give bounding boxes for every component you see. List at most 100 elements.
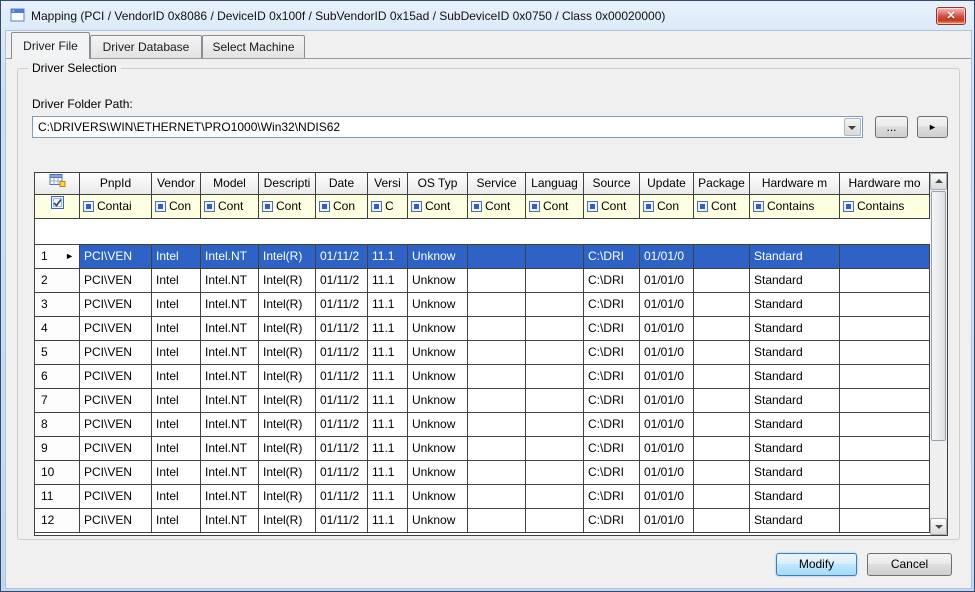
table-cell[interactable]: 01/11/2 — [316, 365, 368, 389]
table-cell[interactable]: Standard — [750, 413, 840, 437]
table-cell[interactable]: Intel.NT — [201, 437, 259, 461]
table-cell[interactable] — [526, 461, 584, 485]
table-cell[interactable]: Intel.NT — [201, 389, 259, 413]
filter-cell-source[interactable]: Cont — [584, 195, 640, 219]
table-cell[interactable] — [840, 365, 930, 389]
table-cell[interactable]: Standard — [750, 245, 840, 269]
table-cell[interactable] — [468, 485, 526, 509]
table-cell[interactable] — [694, 293, 750, 317]
table-cell[interactable]: 01/11/2 — [316, 341, 368, 365]
table-cell[interactable]: Intel.NT — [201, 485, 259, 509]
table-cell[interactable] — [694, 509, 750, 533]
table-cell[interactable]: PCI\VEN — [80, 437, 152, 461]
table-cell[interactable] — [840, 509, 930, 533]
table-cell[interactable]: Intel — [152, 485, 201, 509]
table-cell[interactable]: Intel — [152, 365, 201, 389]
table-cell[interactable]: PCI\VEN — [80, 269, 152, 293]
table-cell[interactable] — [840, 389, 930, 413]
column-header-service[interactable]: Service — [468, 173, 526, 195]
table-cell[interactable]: PCI\VEN — [80, 365, 152, 389]
row-header[interactable]: 12 — [35, 509, 80, 533]
table-cell[interactable]: PCI\VEN — [80, 293, 152, 317]
table-cell[interactable]: Unknow — [408, 461, 468, 485]
table-cell[interactable] — [468, 269, 526, 293]
table-cell[interactable]: Unknow — [408, 269, 468, 293]
table-cell[interactable]: Unknow — [408, 413, 468, 437]
table-row[interactable]: 11PCI\VENIntelIntel.NTIntel(R)01/11/211.… — [35, 485, 930, 509]
table-cell[interactable]: Unknow — [408, 437, 468, 461]
table-cell[interactable]: Intel(R) — [259, 509, 316, 533]
filter-cell-os-typ[interactable]: Cont — [408, 195, 468, 219]
table-cell[interactable]: Intel.NT — [201, 317, 259, 341]
table-cell[interactable]: 01/11/2 — [316, 293, 368, 317]
table-cell[interactable]: 01/11/2 — [316, 413, 368, 437]
table-cell[interactable]: PCI\VEN — [80, 341, 152, 365]
table-cell[interactable] — [840, 317, 930, 341]
filter-cell-hardware-m[interactable]: Contains — [750, 195, 840, 219]
table-cell[interactable]: Unknow — [408, 245, 468, 269]
column-header-date[interactable]: Date — [316, 173, 368, 195]
filter-cell-service[interactable]: Cont — [468, 195, 526, 219]
filter-checkbox-icon[interactable] — [843, 201, 854, 212]
table-cell[interactable]: PCI\VEN — [80, 389, 152, 413]
table-cell[interactable]: Intel(R) — [259, 245, 316, 269]
table-cell[interactable]: 01/11/2 — [316, 317, 368, 341]
table-cell[interactable]: Standard — [750, 317, 840, 341]
grid-corner-button[interactable] — [35, 173, 80, 195]
table-cell[interactable] — [526, 317, 584, 341]
table-cell[interactable]: C:\DRI — [584, 341, 640, 365]
table-cell[interactable]: Intel — [152, 413, 201, 437]
table-cell[interactable]: Intel(R) — [259, 341, 316, 365]
table-cell[interactable]: 01/11/2 — [316, 461, 368, 485]
filter-checkbox-icon[interactable] — [83, 201, 94, 212]
table-cell[interactable] — [694, 485, 750, 509]
table-cell[interactable] — [840, 341, 930, 365]
table-cell[interactable]: Standard — [750, 437, 840, 461]
table-cell[interactable] — [840, 269, 930, 293]
tab-select-machine[interactable]: Select Machine — [202, 35, 305, 58]
table-cell[interactable]: 11.1 — [368, 389, 408, 413]
column-header-update[interactable]: Update — [640, 173, 694, 195]
table-row[interactable]: 5PCI\VENIntelIntel.NTIntel(R)01/11/211.1… — [35, 341, 930, 365]
table-cell[interactable]: 01/01/0 — [640, 317, 694, 341]
table-cell[interactable]: Unknow — [408, 389, 468, 413]
row-header[interactable]: 11 — [35, 485, 80, 509]
table-cell[interactable] — [468, 509, 526, 533]
driver-folder-path-combo[interactable]: C:\DRIVERS\WIN\ETHERNET\PRO1000\Win32\ND… — [32, 116, 863, 138]
run-button[interactable]: ► — [917, 116, 948, 138]
table-cell[interactable]: Intel(R) — [259, 485, 316, 509]
filter-checkbox-icon[interactable] — [697, 201, 708, 212]
table-row[interactable]: 2PCI\VENIntelIntel.NTIntel(R)01/11/211.1… — [35, 269, 930, 293]
table-cell[interactable]: Intel(R) — [259, 293, 316, 317]
column-header-hardware-m[interactable]: Hardware m — [750, 173, 840, 195]
row-header[interactable]: 2 — [35, 269, 80, 293]
table-cell[interactable] — [526, 365, 584, 389]
table-cell[interactable]: Intel(R) — [259, 365, 316, 389]
table-cell[interactable]: 01/11/2 — [316, 437, 368, 461]
table-cell[interactable]: Unknow — [408, 341, 468, 365]
table-cell[interactable]: 01/11/2 — [316, 269, 368, 293]
table-cell[interactable]: Intel — [152, 293, 201, 317]
table-cell[interactable]: 11.1 — [368, 317, 408, 341]
table-cell[interactable]: 01/01/0 — [640, 341, 694, 365]
table-cell[interactable] — [694, 341, 750, 365]
column-header-package[interactable]: Package — [694, 173, 750, 195]
column-header-os-typ[interactable]: OS Typ — [408, 173, 468, 195]
table-row[interactable]: 1►PCI\VENIntelIntel.NTIntel(R)01/11/211.… — [35, 245, 930, 269]
table-cell[interactable]: 01/01/0 — [640, 365, 694, 389]
table-cell[interactable]: Intel.NT — [201, 293, 259, 317]
table-cell[interactable]: Intel(R) — [259, 437, 316, 461]
table-cell[interactable] — [468, 365, 526, 389]
table-cell[interactable] — [526, 389, 584, 413]
table-cell[interactable]: 01/01/0 — [640, 413, 694, 437]
filter-checkbox-icon[interactable] — [643, 201, 654, 212]
column-header-versi[interactable]: Versi — [368, 173, 408, 195]
grid[interactable]: PnpIdVendorModelDescriptiDateVersiOS Typ… — [34, 172, 948, 536]
table-row[interactable]: 4PCI\VENIntelIntel.NTIntel(R)01/11/211.1… — [35, 317, 930, 341]
table-cell[interactable] — [526, 341, 584, 365]
table-cell[interactable]: 01/01/0 — [640, 437, 694, 461]
table-cell[interactable]: Intel.NT — [201, 341, 259, 365]
table-cell[interactable] — [694, 413, 750, 437]
table-cell[interactable]: 11.1 — [368, 365, 408, 389]
row-header[interactable]: 9 — [35, 437, 80, 461]
